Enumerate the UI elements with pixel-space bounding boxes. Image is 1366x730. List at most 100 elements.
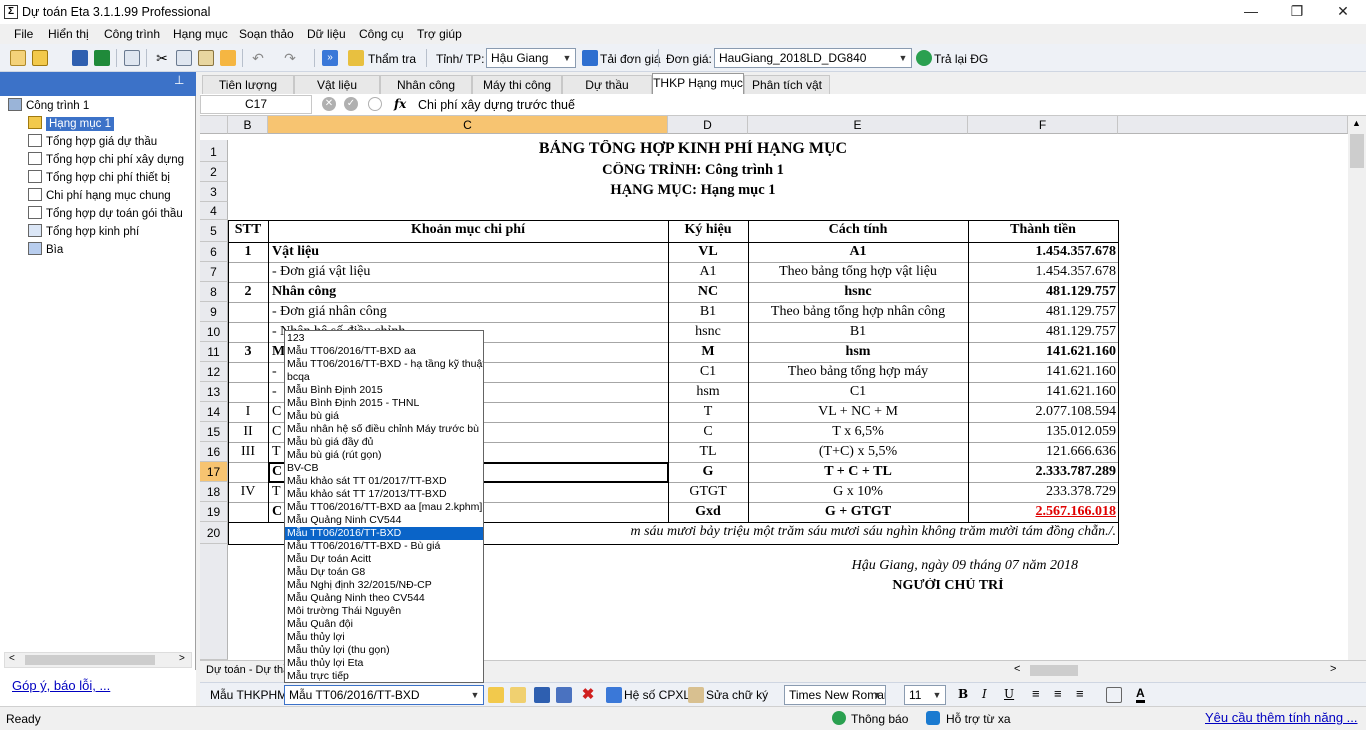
table-cell-sym[interactable]: TL (668, 444, 748, 460)
minimize-button[interactable]: — (1228, 0, 1274, 24)
dropdown-option[interactable]: bcqa (285, 371, 483, 384)
corner-cell[interactable] (200, 116, 228, 134)
print-preview-icon[interactable] (124, 50, 140, 66)
copy-icon[interactable] (176, 50, 192, 66)
open-folder-icon[interactable] (488, 687, 504, 703)
dropdown-option[interactable]: Mẫu thủy lợi (thu gọn) (285, 644, 483, 657)
table-cell-amt[interactable]: 2.077.108.594 (968, 404, 1118, 420)
table-cell-calc[interactable]: Theo bảng tổng hợp máy (748, 364, 968, 380)
dropdown-option[interactable]: Mẫu TT06/2016/TT-BXD aa (285, 345, 483, 358)
save-icon[interactable] (534, 687, 550, 703)
hscroll-thumb[interactable] (1030, 665, 1078, 676)
dropdown-option[interactable]: Mẫu thủy lợi Eta (285, 657, 483, 670)
table-cell-amt[interactable]: 1.454.357.678 (968, 244, 1118, 260)
save-icon[interactable] (72, 50, 88, 66)
table-cell-sym[interactable]: B1 (668, 304, 748, 320)
row-header[interactable]: 20 (200, 522, 228, 544)
fast-forward-icon[interactable]: » (322, 50, 338, 66)
table-cell-amt[interactable]: 121.666.636 (968, 444, 1118, 460)
tree-item-gia-du-thau[interactable]: Tổng hợp giá dự thầu (28, 134, 157, 148)
dropdown-option[interactable]: Mẫu khảo sát TT 17/2013/TT-BXD (285, 488, 483, 501)
table-cell-sym[interactable]: M (668, 344, 748, 360)
col-header-b[interactable]: B (228, 116, 268, 134)
tab-du-thau[interactable]: Dự thầu (562, 75, 652, 94)
open-template-icon[interactable] (510, 687, 526, 703)
table-cell-name[interactable]: - Đơn giá vật liệu (268, 264, 668, 280)
tree-item-du-toan-goi-thau[interactable]: Tổng hợp dự toán gói thầu (28, 206, 183, 220)
row-header[interactable]: 16 (200, 442, 228, 462)
dropdown-option[interactable]: Mẫu bù giá (285, 410, 483, 423)
menu-du-lieu[interactable]: Dữ liệu (307, 27, 346, 41)
dropdown-option[interactable]: Mẫu TT06/2016/TT-BXD - Bù giá (285, 540, 483, 553)
maximize-button[interactable]: ❐ (1274, 0, 1320, 24)
name-box[interactable]: C17 (200, 95, 312, 114)
ho-tro-tu-xa-button[interactable]: Hỗ trợ từ xa (946, 712, 1011, 726)
table-cell-calc[interactable]: A1 (748, 244, 968, 260)
menu-hang-muc[interactable]: Hạng mục (173, 27, 228, 41)
italic-icon[interactable]: I (982, 687, 987, 701)
scroll-thumb[interactable] (25, 655, 155, 665)
table-cell-calc[interactable]: B1 (748, 324, 968, 340)
tham-tra-button[interactable]: Thẩm tra (368, 52, 416, 66)
dropdown-option[interactable]: Mẫu Bình Định 2015 - THNL (285, 397, 483, 410)
tab-nhan-cong[interactable]: Nhân công (380, 75, 472, 94)
row-header[interactable]: 18 (200, 482, 228, 502)
align-right-icon[interactable]: ≡ (1076, 686, 1084, 701)
table-cell-amt[interactable]: 141.621.160 (968, 344, 1118, 360)
table-cell-stt[interactable]: 3 (228, 344, 268, 360)
row-header[interactable]: 13 (200, 382, 228, 402)
sua-chu-ky-button[interactable]: Sửa chữ ký (706, 688, 768, 702)
dropdown-option[interactable]: Mẫu Bình Định 2015 (285, 384, 483, 397)
row-header[interactable]: 6 (200, 242, 228, 262)
feature-request-link[interactable]: Yêu cầu thêm tính năng ... (1205, 710, 1358, 725)
menu-cong-cu[interactable]: Công cụ (359, 27, 404, 41)
tab-thkp-hang-muc[interactable]: THKP Hạng mục (652, 73, 744, 94)
table-cell-calc[interactable]: T + C + TL (748, 464, 968, 480)
row-header[interactable]: 9 (200, 302, 228, 322)
dropdown-option[interactable]: BV-CB (285, 462, 483, 475)
table-cell-stt[interactable]: II (228, 424, 268, 440)
align-left-icon[interactable]: ≡ (1032, 686, 1040, 701)
tai-don-gia-button[interactable]: Tải đơn giá (600, 52, 661, 66)
dropdown-option[interactable]: Mẫu TT06/2016/TT-BXD - hạ tầng kỹ thuật (285, 358, 483, 371)
redo-icon[interactable]: ↷ (282, 50, 298, 66)
vertical-scrollbar[interactable]: ▲ (1348, 116, 1366, 660)
table-cell-sym[interactable]: C1 (668, 364, 748, 380)
row-header[interactable]: 7 (200, 262, 228, 282)
scroll-left-icon[interactable]: < (1014, 663, 1020, 675)
menu-cong-trinh[interactable]: Công trình (104, 27, 160, 41)
sheet-tab[interactable]: Dự toán - Dự thầ (206, 664, 289, 676)
tree-item-chi-phi-xay-dung[interactable]: Tổng hợp chi phí xây dựng (28, 152, 184, 166)
table-cell-amt[interactable]: 2.567.166.018 (968, 504, 1118, 520)
dropdown-option[interactable]: 123 (285, 332, 483, 345)
close-button[interactable]: ✕ (1320, 0, 1366, 24)
dropdown-option[interactable]: Mẫu nhân hệ số điều chỉnh Máy trước bù (285, 423, 483, 436)
feedback-link[interactable]: Góp ý, báo lỗi, ... (12, 678, 110, 693)
table-cell-amt[interactable]: 135.012.059 (968, 424, 1118, 440)
row-header[interactable]: 19 (200, 502, 228, 522)
mau-thkphm-select[interactable]: Mẫu TT06/2016/TT-BXD ▼ (284, 685, 484, 705)
dropdown-option[interactable]: Mẫu Nghị định 32/2015/NĐ-CP (285, 579, 483, 592)
table-cell-sym[interactable]: A1 (668, 264, 748, 280)
table-cell-stt[interactable]: III (228, 444, 268, 460)
tab-phan-tich-vat-tu[interactable]: Phân tích vật tư (744, 75, 830, 110)
row-header[interactable]: 15 (200, 422, 228, 442)
row-header[interactable]: 14 (200, 402, 228, 422)
tab-tien-luong[interactable]: Tiên lượng (202, 75, 294, 94)
font-color-icon[interactable]: A (1136, 686, 1145, 703)
save-as-icon[interactable] (556, 687, 572, 703)
row-header[interactable]: 8 (200, 282, 228, 302)
table-cell-amt[interactable]: 481.129.757 (968, 304, 1118, 320)
table-cell-stt[interactable]: I (228, 404, 268, 420)
don-gia-select[interactable]: HauGiang_2018LD_DG840 ▼ (714, 48, 912, 68)
table-cell-calc[interactable]: Theo bảng tổng hợp vật liệu (748, 264, 968, 280)
tree-item-kinh-phi[interactable]: Tổng hợp kinh phí (28, 224, 139, 238)
table-cell-stt[interactable]: IV (228, 484, 268, 500)
table-cell-sym[interactable]: T (668, 404, 748, 420)
table-cell-name[interactable]: Nhân công (268, 284, 668, 300)
align-center-icon[interactable]: ≡ (1054, 686, 1062, 701)
table-cell-amt[interactable]: 1.454.357.678 (968, 264, 1118, 280)
table-cell-amt[interactable]: 141.621.160 (968, 384, 1118, 400)
bold-icon[interactable]: B (958, 687, 968, 701)
table-cell-amt[interactable]: 141.621.160 (968, 364, 1118, 380)
